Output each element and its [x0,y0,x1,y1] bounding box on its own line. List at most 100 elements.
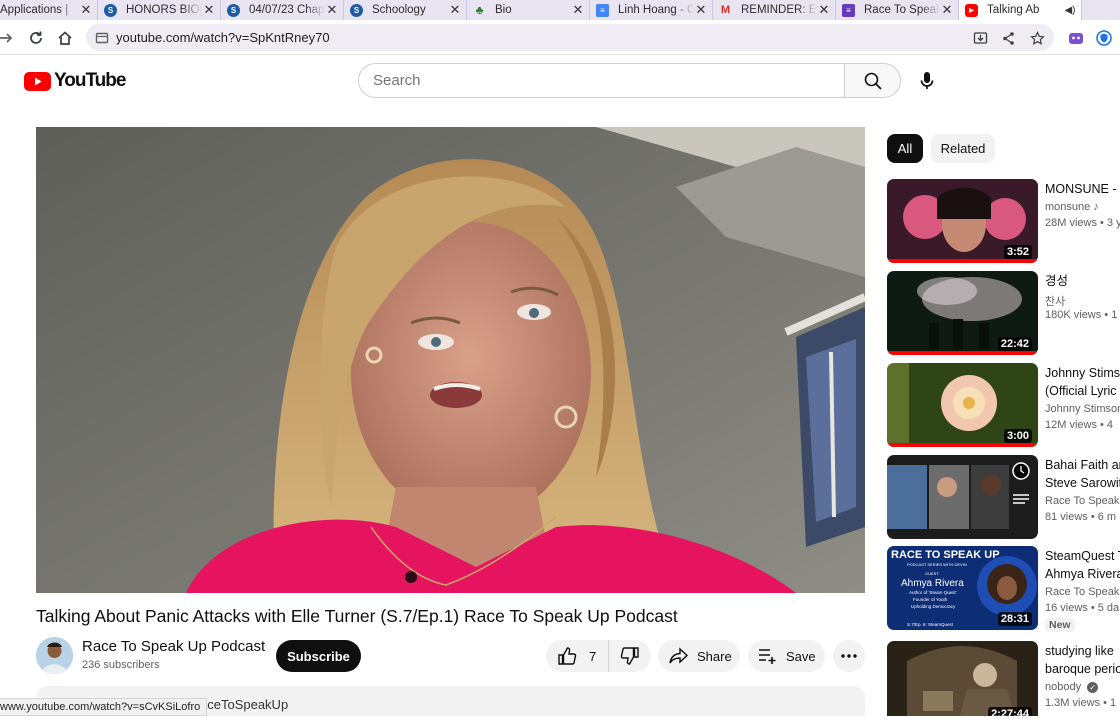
chip-all[interactable]: All [887,134,923,163]
recommendation-channel[interactable]: nobody ✓ [1045,681,1120,693]
video-thumbnail[interactable]: 2:27:44 [887,641,1038,725]
thumb-guest-desc: Author of 'Steam Quest' [909,590,957,595]
recommendation-meta: 16 views • 5 da [1045,602,1120,614]
save-label: Save [786,648,816,664]
recommendation-item[interactable]: Bahai Faith ar Steve Sarowit Race To Spe… [887,455,1120,539]
tab-title: Talking Ab [987,4,1040,16]
search-input[interactable] [373,72,813,89]
recommendation-item[interactable]: 3:00 Johnny Stims (Official Lyric Johnny… [887,363,1120,447]
tab-close-icon[interactable]: ✕ [202,2,216,18]
thumb-episode: S.7/Ep. 6: SteamQuest [907,622,954,627]
recommendation-title[interactable]: 경성 [1045,272,1120,290]
recommendation-title[interactable]: studying like baroque perio [1045,642,1120,678]
tab-close-icon[interactable]: ✕ [817,2,831,18]
browser-tab[interactable]: Applications | ✕ [0,0,98,20]
vpn-shield-icon[interactable] [1094,28,1114,48]
video-player[interactable] [36,127,865,593]
subscribe-button[interactable]: Subscribe [276,640,361,672]
bookmark-star-icon[interactable] [1029,30,1045,46]
browser-tab[interactable]: S Schoology ✕ [344,0,467,20]
forward-icon[interactable] [0,28,16,48]
search-button[interactable] [844,63,901,98]
tab-title: REMINDER: Each [741,4,817,16]
like-count: 7 [589,648,597,664]
chip-related[interactable]: Related [931,134,995,163]
tab-close-icon[interactable]: ✕ [694,2,708,18]
title-line: Ahmya Rivera [1045,567,1120,581]
tab-close-icon[interactable]: ✕ [940,2,954,18]
tab-title: 04/07/23 Chapter [249,4,325,16]
recommendation-channel[interactable]: Johnny Stimson [1045,403,1120,415]
voice-search-button[interactable] [910,64,944,98]
like-dislike-group: 7 [546,640,651,672]
share-button[interactable]: Share [658,640,740,672]
recommendation-title[interactable]: SteamQuest T Ahmya Rivera [1045,547,1120,583]
tab-title: Race To Speak Up [864,4,940,16]
browser-tab[interactable]: S 04/07/23 Chapter ✕ [221,0,344,20]
tab-close-icon[interactable]: ✕ [448,2,462,18]
browser-tab[interactable]: S HONORS BIOLOGY ✕ [98,0,221,20]
tab-close-icon[interactable]: ✕ [325,2,339,18]
tab-close-icon[interactable]: ✕ [571,2,585,18]
recommendation-channel[interactable]: monsune ♪ [1045,201,1120,213]
youtube-icon: ▶ [965,3,978,17]
search-box[interactable] [358,63,845,98]
title-line: baroque perio [1045,662,1120,676]
recommendation-item[interactable]: RACE TO SPEAK UP PODCAST SERIES WITH DEV… [887,546,1120,632]
title-line: (Official Lyric [1045,384,1117,398]
verified-icon: ✓ [1087,682,1099,693]
channel-name[interactable]: Race To Speak Up Podcast [82,638,265,655]
forms-icon: ≡ [842,3,855,17]
browser-tab-strip: Applications | ✕ S HONORS BIOLOGY ✕ S 04… [0,0,1120,20]
recommendation-channel[interactable]: Race To Speak U [1045,495,1120,507]
more-actions-button[interactable] [833,640,865,672]
recommendation-item[interactable]: 22:42 경성 찬사 180K views • 1 [887,271,1120,355]
link-status-bar: www.youtube.com/watch?v=sCvKSiLofro [0,698,208,716]
video-thumbnail[interactable]: RACE TO SPEAK UP PODCAST SERIES WITH DEV… [887,546,1038,630]
address-bar[interactable]: youtube.com/watch?v=SpKntRney70 [86,24,1054,51]
browser-tab[interactable]: ≡ Linh Hoang - Copy ✕ [590,0,713,20]
video-duration: 22:42 [997,337,1032,351]
video-duration: 28:31 [997,612,1032,626]
recommendation-item[interactable]: 3:52 MONSUNE - G monsune ♪ 28M views • 3… [887,179,1120,263]
thumb-guest-desc: Founder of Youth [913,597,948,602]
tab-title: Linh Hoang - Copy [618,4,694,16]
video-thumbnail[interactable]: 22:42 [887,271,1038,355]
recommendation-meta: 28M views • 3 y [1045,217,1120,229]
thumb-guest-label: GUEST [925,571,939,576]
recommendation-item[interactable]: 2:27:44 studying like baroque perio nobo… [887,641,1120,725]
reload-icon[interactable] [26,28,46,48]
search-icon [864,72,882,90]
recommendation-title[interactable]: Johnny Stims (Official Lyric [1045,364,1120,400]
share-icon[interactable] [1000,30,1016,46]
thumb-series-title: RACE TO SPEAK UP [891,549,1000,561]
video-thumbnail[interactable] [887,455,1038,539]
recommendation-title[interactable]: MONSUNE - G [1045,180,1120,198]
tab-close-icon[interactable]: ✕ [79,2,93,18]
video-frame [36,127,865,593]
recommendation-channel[interactable]: 찬사 [1045,293,1120,309]
save-button[interactable]: Save [748,640,825,672]
dislike-button[interactable] [609,640,651,672]
install-app-icon[interactable] [972,30,988,46]
like-button[interactable]: 7 [546,640,609,672]
browser-tab[interactable]: ≡ Race To Speak Up ✕ [836,0,959,20]
recommendation-channel[interactable]: Race To Speak U [1045,586,1120,598]
video-thumbnail[interactable]: 3:52 [887,179,1038,263]
site-info-icon[interactable] [94,30,110,46]
more-horizontal-icon [841,654,857,658]
description-hashtag[interactable]: aceToSpeakUp [200,697,288,712]
recommendation-title[interactable]: Bahai Faith ar Steve Sarowit [1045,456,1120,492]
channel-avatar[interactable] [36,637,73,674]
home-icon[interactable] [55,28,75,48]
extension-icon[interactable] [1066,28,1086,48]
browser-tab[interactable]: ♣ Bio ✕ [467,0,590,20]
video-duration: 3:52 [1003,245,1032,259]
browser-tab-active[interactable]: ▶ Talking Ab ◀) [959,0,1082,20]
avatar-image [36,637,73,674]
youtube-logo[interactable]: YouTube [24,70,126,92]
tab-title: HONORS BIOLOGY [126,4,202,16]
speaker-icon: ◀) [1064,4,1076,16]
browser-tab[interactable]: M REMINDER: Each ✕ [713,0,836,20]
video-thumbnail[interactable]: 3:00 [887,363,1038,447]
